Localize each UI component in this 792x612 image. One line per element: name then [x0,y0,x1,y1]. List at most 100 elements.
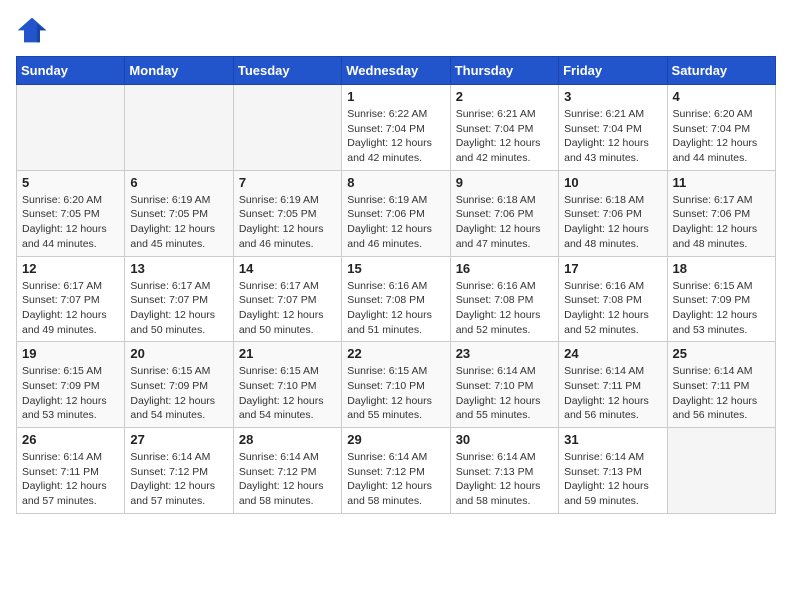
day-number: 6 [130,175,227,190]
calendar-week-5: 26 Sunrise: 6:14 AM Sunset: 7:11 PM Dayli… [17,428,776,514]
calendar-header: SundayMondayTuesdayWednesdayThursdayFrid… [17,57,776,85]
calendar-cell: 24 Sunrise: 6:14 AM Sunset: 7:11 PM Dayli… [559,342,667,428]
weekday-header-wednesday: Wednesday [342,57,450,85]
day-number: 27 [130,432,227,447]
calendar-cell: 9Sunrise: 6:18 AM Sunset: 7:06 PM Daylig… [450,170,558,256]
day-number: 24 [564,346,661,361]
logo-icon [16,16,48,44]
weekday-header-monday: Monday [125,57,233,85]
logo [16,16,52,44]
day-info: Sunrise: 6:14 AM Sunset: 7:12 PM Dayligh… [130,450,227,509]
day-info: Sunrise: 6:15 AM Sunset: 7:09 PM Dayligh… [22,364,119,423]
calendar-cell: 27 Sunrise: 6:14 AM Sunset: 7:12 PM Dayli… [125,428,233,514]
day-info: Sunrise: 6:18 AM Sunset: 7:06 PM Dayligh… [456,193,553,252]
calendar-cell: 8Sunrise: 6:19 AM Sunset: 7:06 PM Daylig… [342,170,450,256]
calendar-cell: 12 Sunrise: 6:17 AM Sunset: 7:07 PM Dayli… [17,256,125,342]
day-info: Sunrise: 6:21 AM Sunset: 7:04 PM Dayligh… [456,107,553,166]
calendar-cell [667,428,775,514]
day-number: 28 [239,432,336,447]
weekday-header-saturday: Saturday [667,57,775,85]
day-number: 12 [22,261,119,276]
calendar-cell: 18 Sunrise: 6:15 AM Sunset: 7:09 PM Dayli… [667,256,775,342]
day-number: 3 [564,89,661,104]
day-number: 20 [130,346,227,361]
calendar-cell: 13Sunrise: 6:17 AM Sunset: 7:07 PM Dayli… [125,256,233,342]
day-info: Sunrise: 6:14 AM Sunset: 7:11 PM Dayligh… [564,364,661,423]
day-number: 16 [456,261,553,276]
day-info: Sunrise: 6:21 AM Sunset: 7:04 PM Dayligh… [564,107,661,166]
calendar-cell [17,85,125,171]
day-number: 8 [347,175,444,190]
day-number: 14 [239,261,336,276]
calendar-cell: 3 Sunrise: 6:21 AM Sunset: 7:04 PM Daylig… [559,85,667,171]
day-info: Sunrise: 6:14 AM Sunset: 7:12 PM Dayligh… [239,450,336,509]
day-info: Sunrise: 6:14 AM Sunset: 7:10 PM Dayligh… [456,364,553,423]
calendar-cell [125,85,233,171]
day-info: Sunrise: 6:20 AM Sunset: 7:05 PM Dayligh… [22,193,119,252]
day-number: 10 [564,175,661,190]
day-info: Sunrise: 6:14 AM Sunset: 7:11 PM Dayligh… [673,364,770,423]
day-info: Sunrise: 6:14 AM Sunset: 7:13 PM Dayligh… [456,450,553,509]
day-number: 26 [22,432,119,447]
calendar-cell: 28 Sunrise: 6:14 AM Sunset: 7:12 PM Dayli… [233,428,341,514]
calendar-cell: 4 Sunrise: 6:20 AM Sunset: 7:04 PM Daylig… [667,85,775,171]
calendar-cell: 15Sunrise: 6:16 AM Sunset: 7:08 PM Dayli… [342,256,450,342]
day-number: 25 [673,346,770,361]
day-info: Sunrise: 6:17 AM Sunset: 7:06 PM Dayligh… [673,193,770,252]
calendar-cell: 11 Sunrise: 6:17 AM Sunset: 7:06 PM Dayli… [667,170,775,256]
calendar-week-2: 5 Sunrise: 6:20 AM Sunset: 7:05 PM Daylig… [17,170,776,256]
day-number: 7 [239,175,336,190]
day-info: Sunrise: 6:15 AM Sunset: 7:09 PM Dayligh… [130,364,227,423]
calendar-cell: 19Sunrise: 6:15 AM Sunset: 7:09 PM Dayli… [17,342,125,428]
day-info: Sunrise: 6:14 AM Sunset: 7:12 PM Dayligh… [347,450,444,509]
day-number: 23 [456,346,553,361]
day-number: 21 [239,346,336,361]
calendar-cell: 16Sunrise: 6:16 AM Sunset: 7:08 PM Dayli… [450,256,558,342]
day-number: 29 [347,432,444,447]
calendar-cell: 22Sunrise: 6:15 AM Sunset: 7:10 PM Dayli… [342,342,450,428]
calendar-table: SundayMondayTuesdayWednesdayThursdayFrid… [16,56,776,514]
calendar-cell: 30Sunrise: 6:14 AM Sunset: 7:13 PM Dayli… [450,428,558,514]
day-info: Sunrise: 6:15 AM Sunset: 7:09 PM Dayligh… [673,279,770,338]
day-info: Sunrise: 6:17 AM Sunset: 7:07 PM Dayligh… [130,279,227,338]
day-number: 11 [673,175,770,190]
day-number: 22 [347,346,444,361]
day-info: Sunrise: 6:22 AM Sunset: 7:04 PM Dayligh… [347,107,444,166]
calendar-cell: 17Sunrise: 6:16 AM Sunset: 7:08 PM Dayli… [559,256,667,342]
day-info: Sunrise: 6:19 AM Sunset: 7:05 PM Dayligh… [239,193,336,252]
day-info: Sunrise: 6:18 AM Sunset: 7:06 PM Dayligh… [564,193,661,252]
weekday-header-friday: Friday [559,57,667,85]
weekday-header-sunday: Sunday [17,57,125,85]
day-info: Sunrise: 6:17 AM Sunset: 7:07 PM Dayligh… [239,279,336,338]
calendar-cell: 23 Sunrise: 6:14 AM Sunset: 7:10 PM Dayli… [450,342,558,428]
calendar-cell: 7 Sunrise: 6:19 AM Sunset: 7:05 PM Daylig… [233,170,341,256]
page-header [16,16,776,44]
day-number: 4 [673,89,770,104]
calendar-week-3: 12 Sunrise: 6:17 AM Sunset: 7:07 PM Dayli… [17,256,776,342]
calendar-cell: 1 Sunrise: 6:22 AM Sunset: 7:04 PM Daylig… [342,85,450,171]
day-info: Sunrise: 6:14 AM Sunset: 7:13 PM Dayligh… [564,450,661,509]
weekday-header-tuesday: Tuesday [233,57,341,85]
day-info: Sunrise: 6:20 AM Sunset: 7:04 PM Dayligh… [673,107,770,166]
calendar-week-1: 1 Sunrise: 6:22 AM Sunset: 7:04 PM Daylig… [17,85,776,171]
day-number: 5 [22,175,119,190]
calendar-cell: 31 Sunrise: 6:14 AM Sunset: 7:13 PM Dayli… [559,428,667,514]
day-number: 31 [564,432,661,447]
calendar-cell: 21Sunrise: 6:15 AM Sunset: 7:10 PM Dayli… [233,342,341,428]
day-number: 1 [347,89,444,104]
calendar-cell [233,85,341,171]
weekday-header-row: SundayMondayTuesdayWednesdayThursdayFrid… [17,57,776,85]
day-info: Sunrise: 6:16 AM Sunset: 7:08 PM Dayligh… [564,279,661,338]
weekday-header-thursday: Thursday [450,57,558,85]
calendar-cell: 26 Sunrise: 6:14 AM Sunset: 7:11 PM Dayli… [17,428,125,514]
day-info: Sunrise: 6:14 AM Sunset: 7:11 PM Dayligh… [22,450,119,509]
day-info: Sunrise: 6:19 AM Sunset: 7:05 PM Dayligh… [130,193,227,252]
day-number: 2 [456,89,553,104]
day-info: Sunrise: 6:16 AM Sunset: 7:08 PM Dayligh… [347,279,444,338]
day-number: 18 [673,261,770,276]
calendar-cell: 29 Sunrise: 6:14 AM Sunset: 7:12 PM Dayli… [342,428,450,514]
day-info: Sunrise: 6:17 AM Sunset: 7:07 PM Dayligh… [22,279,119,338]
calendar-body: 1 Sunrise: 6:22 AM Sunset: 7:04 PM Daylig… [17,85,776,514]
calendar-cell: 25 Sunrise: 6:14 AM Sunset: 7:11 PM Dayli… [667,342,775,428]
calendar-cell: 5 Sunrise: 6:20 AM Sunset: 7:05 PM Daylig… [17,170,125,256]
